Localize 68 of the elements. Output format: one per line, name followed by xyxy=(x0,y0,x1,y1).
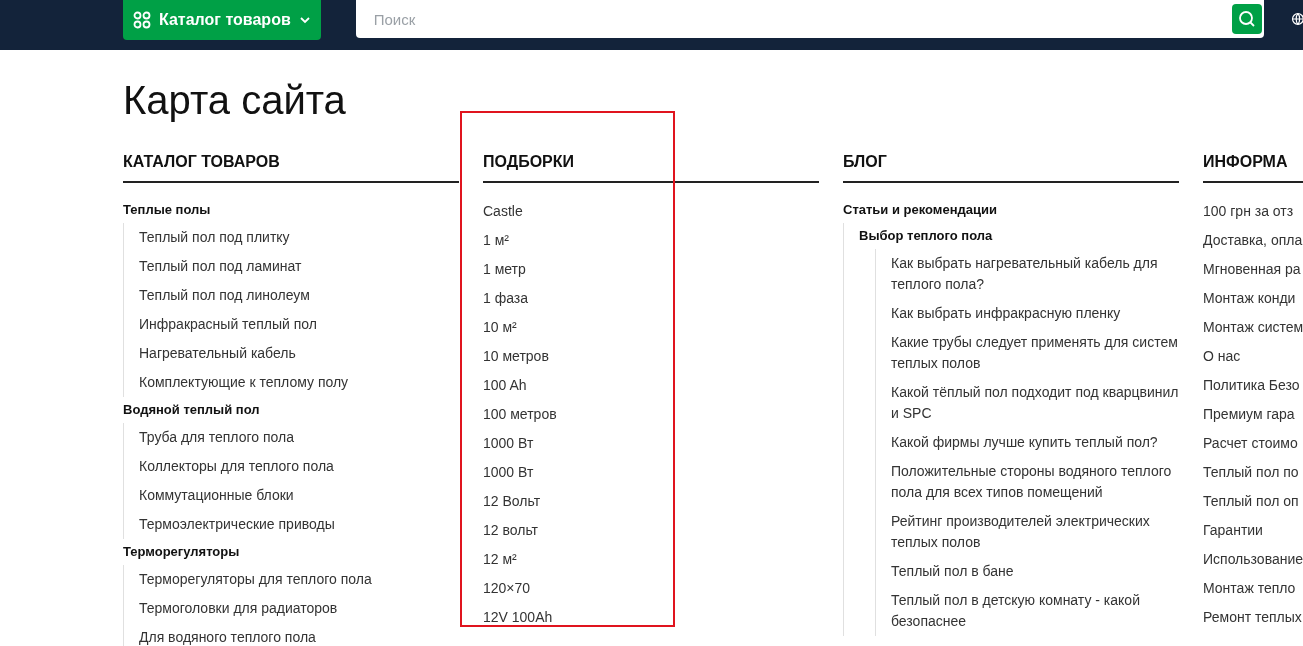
search-button[interactable] xyxy=(1231,4,1262,34)
sitemap-link[interactable]: Инфракрасный теплый пол xyxy=(139,310,459,339)
sitemap-link[interactable]: Теплый пол под линолеум xyxy=(139,281,459,310)
sitemap-link[interactable]: Гарантии xyxy=(1203,516,1303,545)
sitemap-link[interactable]: 120×70 xyxy=(483,574,819,603)
grid-icon xyxy=(133,11,151,29)
sitemap-link[interactable]: Теплый пол в детскую комнату - какой безопаснее xyxy=(891,586,1179,636)
sitemap-link[interactable]: Монтаж систем xyxy=(1203,313,1303,342)
sitemap-link[interactable]: 100 метров xyxy=(483,400,819,429)
sitemap-link[interactable]: Castle xyxy=(483,197,819,226)
sitemap-link[interactable]: 1000 Вт xyxy=(483,458,819,487)
sitemap-link[interactable]: 12 м² xyxy=(483,545,819,574)
sitemap-link[interactable]: 1 м² xyxy=(483,226,819,255)
search-field[interactable]: Поиск xyxy=(355,0,1264,38)
sitemap-link[interactable]: Ремонт теплых xyxy=(1203,603,1303,632)
sitemap-link[interactable]: Коммутационные блоки xyxy=(139,481,459,510)
group-link[interactable]: Водяной теплый пол xyxy=(123,397,459,423)
page-title: Карта сайта xyxy=(123,78,347,123)
sitemap-link[interactable]: 1 фаза xyxy=(483,284,819,313)
globe-icon[interactable] xyxy=(1290,10,1303,28)
sitemap-link[interactable]: Доставка, опла xyxy=(1203,226,1303,255)
sitemap-link[interactable]: Теплый пол под ламинат xyxy=(139,252,459,281)
sitemap-link[interactable]: О нас xyxy=(1203,342,1303,371)
sitemap-link[interactable]: Монтаж тепло xyxy=(1203,574,1303,603)
column-heading: КАТАЛОГ ТОВАРОВ xyxy=(123,153,459,183)
sitemap-link[interactable]: Какие трубы следует применять для систем теплых полов xyxy=(891,328,1179,378)
sitemap-link[interactable]: Терморегуляторы для теплого пола xyxy=(139,565,459,594)
sitemap-link[interactable]: Теплый пол по xyxy=(1203,458,1303,487)
sitemap-link[interactable]: 1 метр xyxy=(483,255,819,284)
sitemap-link[interactable]: Какой тёплый пол подходит под кварцвинил и SPC xyxy=(891,378,1179,428)
sitemap-link[interactable]: Как выбрать инфракрасную пленку xyxy=(891,299,1179,328)
sitemap-link[interactable]: 12 вольт xyxy=(483,516,819,545)
sitemap-link[interactable]: 100 Ah xyxy=(483,371,819,400)
sitemap-link[interactable]: 1000 Вт xyxy=(483,429,819,458)
sitemap-link[interactable]: Термоэлектрические приводы xyxy=(139,510,459,539)
group-link[interactable]: Выбор теплого пола xyxy=(859,223,1179,249)
sitemap-link[interactable]: Рейтинг производителей электрических теплых полов xyxy=(891,507,1179,557)
column-heading: БЛОГ xyxy=(843,153,1179,183)
sitemap-link[interactable]: Расчет стоимо xyxy=(1203,429,1303,458)
sitemap-link[interactable]: Премиум гара xyxy=(1203,400,1303,429)
sitemap-link[interactable]: Политика Безо xyxy=(1203,371,1303,400)
group-link[interactable]: Терморегуляторы xyxy=(123,539,459,565)
sitemap-link[interactable]: Теплый пол под плитку xyxy=(139,223,459,252)
sitemap-link[interactable]: Использование xyxy=(1203,545,1303,574)
column-heading: ПОДБОРКИ xyxy=(483,153,819,183)
sitemap-link[interactable]: Положительные стороны водяного теплого пола для всех типов помещений xyxy=(891,457,1179,507)
sitemap-link[interactable]: Коллекторы для теплого пола xyxy=(139,452,459,481)
search-icon xyxy=(1237,10,1256,28)
sitemap-link[interactable]: Мгновенная ра xyxy=(1203,255,1303,284)
sitemap-link[interactable]: Теплый пол оп xyxy=(1203,487,1303,516)
sitemap-link[interactable]: Для водяного теплого пола xyxy=(139,623,459,646)
sitemap-link[interactable]: Термоголовки для радиаторов xyxy=(139,594,459,623)
group-link[interactable]: Статьи и рекомендации xyxy=(843,197,1179,223)
sitemap-link[interactable]: Теплый пол в бане xyxy=(891,557,1179,586)
sitemap-link[interactable]: 100 грн за отз xyxy=(1203,197,1303,226)
sitemap-link[interactable]: Комплектующие к теплому полу xyxy=(139,368,459,397)
group-link[interactable]: Теплые полы xyxy=(123,197,459,223)
column-heading: ИНФОРМА xyxy=(1203,153,1303,183)
chevron-down-icon xyxy=(298,16,311,24)
sitemap-link[interactable]: Какой фирмы лучше купить теплый пол? xyxy=(891,428,1179,457)
sitemap-link[interactable]: 12V 100Ah xyxy=(483,603,819,632)
sitemap-link[interactable]: 12 Вольт xyxy=(483,487,819,516)
sitemap-link[interactable]: Труба для теплого пола xyxy=(139,423,459,452)
sitemap-link[interactable]: Нагревательный кабель xyxy=(139,339,459,368)
sitemap-link[interactable]: Монтаж конди xyxy=(1203,284,1303,313)
sitemap-link[interactable]: 10 м² xyxy=(483,313,819,342)
sitemap-link[interactable]: Как выбрать нагревательный кабель для теплого пола? xyxy=(891,249,1179,299)
sitemap-link[interactable]: 10 метров xyxy=(483,342,819,371)
